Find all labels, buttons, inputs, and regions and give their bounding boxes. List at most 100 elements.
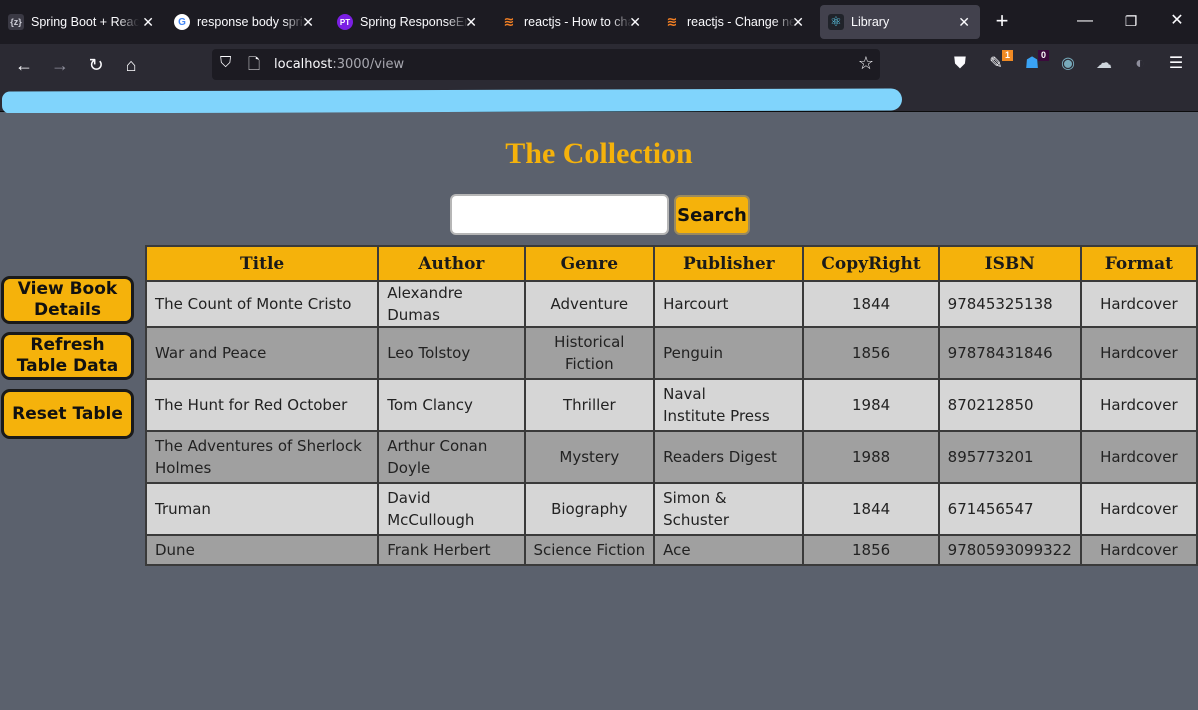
close-window-button[interactable]: ✕: [1165, 8, 1189, 34]
table-header-row: Title Author Genre Publisher CopyRight I…: [144, 245, 1198, 282]
google-icon: G: [174, 14, 190, 30]
cell-author: Tom Clancy: [377, 378, 526, 432]
back-arrow-icon[interactable]: ←: [13, 54, 35, 76]
close-tab-icon[interactable]: ✕: [792, 14, 804, 31]
cell-format: Hardcover: [1079, 378, 1198, 432]
cell-author: Arthur Conan Doyle: [377, 430, 526, 484]
navigation-toolbar: ← → ↻ ⌂ ⛉ 🗋 localhost:3000/view ☆ ⛊ ✎ 1 ☗…: [0, 44, 1198, 86]
search-input[interactable]: [450, 194, 669, 235]
column-header-title[interactable]: Title: [144, 245, 380, 282]
page-info-icon[interactable]: 🗋: [248, 54, 260, 79]
table-row[interactable]: The Hunt for Red October Tom Clancy Thri…: [144, 378, 1198, 432]
redaction-mark: [1, 88, 903, 114]
pt-icon: PT: [337, 14, 353, 30]
close-tab-icon[interactable]: ✕: [958, 14, 970, 31]
cell-title: The Hunt for Red October: [144, 378, 380, 432]
reload-icon[interactable]: ↻: [85, 54, 107, 76]
cell-isbn: 97878431846: [937, 326, 1082, 380]
cell-genre: Historical Fiction: [523, 326, 656, 380]
cell-format: Hardcover: [1079, 326, 1198, 380]
close-tab-icon[interactable]: ✕: [142, 14, 154, 31]
home-icon[interactable]: ⌂: [120, 54, 142, 76]
menu-icon[interactable]: ☰: [1165, 53, 1187, 75]
cell-publisher: Naval Institute Press: [653, 378, 805, 432]
tab-spring-responseentity[interactable]: PT Spring ResponseEntity ✕: [337, 5, 479, 39]
reset-table-button[interactable]: Reset Table: [1, 389, 134, 439]
address-bar[interactable]: ⛉ 🗋 localhost:3000/view ☆: [212, 49, 880, 80]
table-row[interactable]: The Count of Monte Cristo Alexandre Duma…: [144, 280, 1198, 328]
cell-publisher: Readers Digest: [653, 430, 805, 484]
view-book-details-button[interactable]: View Book Details: [1, 276, 134, 324]
shield-icon[interactable]: ⛉: [220, 54, 231, 71]
table-row[interactable]: Truman David McCullough Biography Simon …: [144, 482, 1198, 536]
column-header-author[interactable]: Author: [377, 245, 526, 282]
cell-isbn: 9780593099322: [937, 534, 1082, 566]
forward-arrow-icon[interactable]: →: [49, 54, 71, 76]
cloud-extension-icon[interactable]: ☁: [1093, 53, 1115, 75]
tab-library[interactable]: ⚛ Library ✕: [820, 5, 980, 39]
cell-title: The Adventures of Sherlock Holmes: [144, 430, 380, 484]
cell-publisher: Simon & Schuster: [653, 482, 805, 536]
page-content: The Collection Search View Book Details …: [0, 113, 1198, 710]
tab-reactjs-change-nested[interactable]: ≋ reactjs - Change nested ✕: [664, 5, 806, 39]
ghost-extension-icon[interactable]: ☗ 0: [1021, 50, 1049, 75]
extension-badge: 0: [1037, 50, 1049, 61]
table-row[interactable]: Dune Frank Herbert Science Fiction Ace 1…: [144, 534, 1198, 566]
cell-copyright: 1988: [802, 430, 940, 484]
tab-reactjs-how-to-change[interactable]: ≋ reactjs - How to change ✕: [501, 5, 643, 39]
extension-badge: 1: [1001, 50, 1013, 61]
cell-format: Hardcover: [1079, 280, 1198, 328]
url-text[interactable]: localhost:3000/view: [274, 57, 404, 72]
cell-title: Dune: [144, 534, 380, 566]
cell-copyright: 1856: [802, 326, 940, 380]
tab-strip: {z} Spring Boot + React ✕ G response bod…: [0, 0, 1198, 44]
stackoverflow-icon: ≋: [666, 14, 678, 29]
button-label-line: View Book: [17, 279, 118, 299]
column-header-isbn[interactable]: ISBN: [937, 245, 1082, 282]
cell-copyright: 1856: [802, 534, 940, 566]
cell-genre: Adventure: [523, 280, 656, 328]
z-bracket-icon: {z}: [8, 14, 24, 30]
close-tab-icon[interactable]: ✕: [629, 14, 641, 31]
table-row[interactable]: The Adventures of Sherlock Holmes Arthur…: [144, 430, 1198, 484]
extension-icon[interactable]: ✎ 1: [985, 50, 1013, 75]
new-tab-button[interactable]: +: [990, 9, 1014, 33]
url-path: :3000/view: [332, 57, 405, 72]
column-header-genre[interactable]: Genre: [523, 245, 656, 282]
cell-publisher: Penguin: [653, 326, 805, 380]
cell-format: Hardcover: [1079, 482, 1198, 536]
tab-spring-boot-react[interactable]: {z} Spring Boot + React ✕: [8, 5, 156, 39]
tab-title: reactjs - How to change: [524, 15, 632, 29]
cell-author: David McCullough: [377, 482, 526, 536]
cell-isbn: 671456547: [937, 482, 1082, 536]
cell-publisher: Harcourt: [653, 280, 805, 328]
button-label-line: Refresh: [30, 335, 105, 355]
minimize-button[interactable]: —: [1073, 8, 1097, 34]
search-button[interactable]: Search: [674, 195, 750, 235]
column-header-copyright[interactable]: CopyRight: [802, 245, 940, 282]
tab-title: response body spring: [197, 15, 305, 29]
stackoverflow-icon: ≋: [503, 14, 515, 29]
refresh-table-data-button[interactable]: Refresh Table Data: [1, 332, 134, 380]
bookmark-star-icon[interactable]: ☆: [858, 53, 874, 74]
cell-genre: Thriller: [523, 378, 656, 432]
column-header-format[interactable]: Format: [1079, 245, 1198, 282]
goggles-extension-icon[interactable]: ◉: [1057, 53, 1079, 75]
close-tab-icon[interactable]: ✕: [465, 14, 477, 31]
cell-format: Hardcover: [1079, 430, 1198, 484]
tab-title: Spring ResponseEntity: [360, 15, 468, 29]
tab-response-body[interactable]: G response body spring ✕: [174, 5, 316, 39]
tab-title: Spring Boot + React: [31, 15, 139, 29]
cell-title: The Count of Monte Cristo: [144, 280, 380, 328]
restore-button[interactable]: ❐: [1119, 8, 1143, 34]
page-title: The Collection: [505, 137, 693, 170]
pocket-icon[interactable]: ⛊: [949, 53, 971, 75]
button-label-line: Details: [33, 300, 101, 320]
books-table: Title Author Genre Publisher CopyRight I…: [144, 245, 1198, 566]
circle-extension-icon[interactable]: ◐: [1129, 53, 1151, 75]
cell-isbn: 895773201: [937, 430, 1082, 484]
cell-publisher: Ace: [653, 534, 805, 566]
table-row[interactable]: War and Peace Leo Tolstoy Historical Fic…: [144, 326, 1198, 380]
close-tab-icon[interactable]: ✕: [302, 14, 314, 31]
column-header-publisher[interactable]: Publisher: [653, 245, 805, 282]
